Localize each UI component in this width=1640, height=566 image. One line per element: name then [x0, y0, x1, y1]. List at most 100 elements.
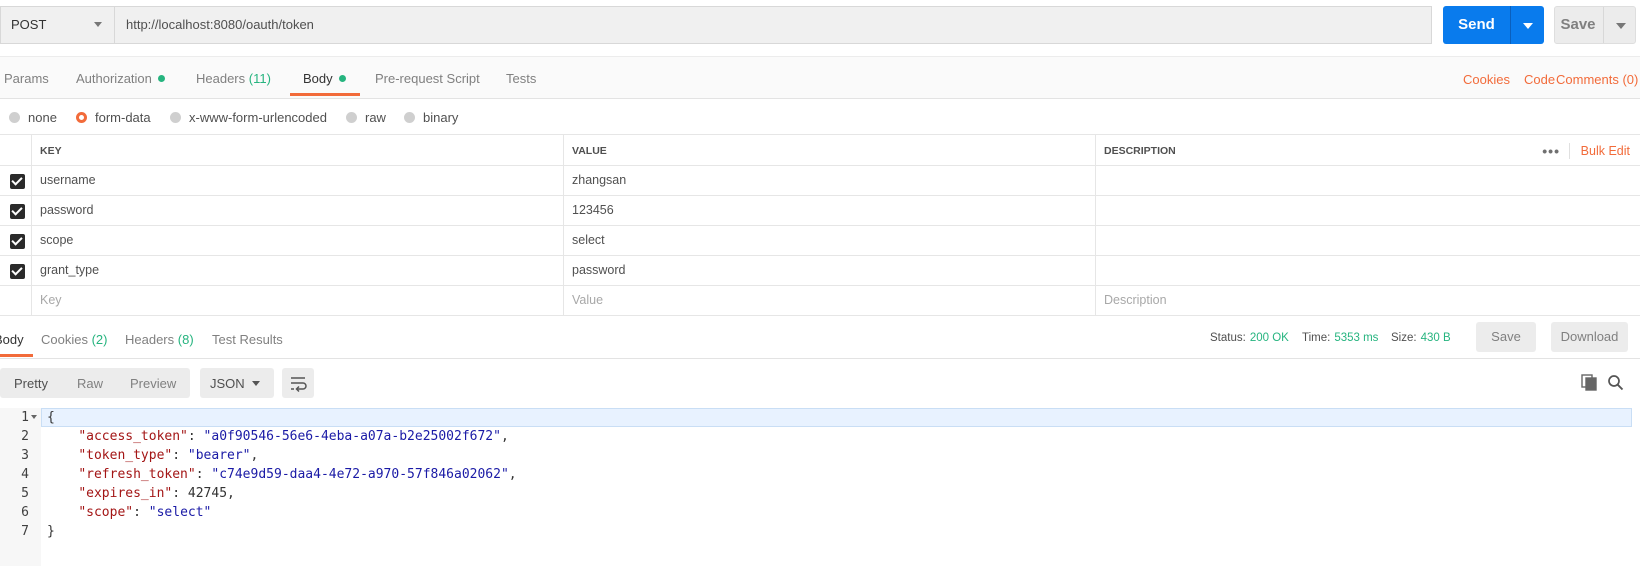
wrap-lines-button[interactable]	[282, 368, 314, 398]
description-input[interactable]	[1095, 256, 1640, 285]
divider	[1569, 143, 1570, 159]
current-line-highlight	[41, 408, 1632, 427]
url-input[interactable]: http://localhost:8080/oauth/token	[126, 6, 314, 44]
radio-circle-icon	[170, 112, 181, 123]
active-response-tab-indicator	[0, 354, 33, 357]
save-divider	[1603, 7, 1604, 43]
radio-circle-icon	[404, 112, 415, 123]
table-row: username zhangsan	[0, 166, 1640, 196]
send-divider	[1510, 6, 1511, 44]
response-body-editor[interactable]: 1 2 3 4 5 6 7 { "access_token": "a0f9054…	[0, 408, 1640, 566]
line-number: 3	[21, 448, 29, 463]
radio-x-www-form-urlencoded[interactable]: x-www-form-urlencoded	[170, 110, 327, 125]
send-button[interactable]: Send	[1443, 6, 1544, 44]
row-checkbox[interactable]	[10, 174, 25, 189]
value-input[interactable]: zhangsan	[563, 166, 1095, 195]
radio-none[interactable]: none	[9, 110, 57, 125]
response-tabs: Body Cookies (2) Headers (8) Test Result…	[0, 318, 1640, 359]
column-description: DESCRIPTION ••• Bulk Edit	[1095, 135, 1640, 165]
search-icon[interactable]	[1607, 374, 1624, 394]
value-input[interactable]: 123456	[563, 196, 1095, 225]
header-checkbox-column	[0, 135, 31, 165]
value-input[interactable]: select	[563, 226, 1095, 255]
code-line: {	[47, 410, 55, 425]
description-input[interactable]	[1095, 166, 1640, 195]
method-select[interactable]: POST	[0, 6, 115, 44]
new-description-input[interactable]: Description	[1095, 286, 1640, 315]
send-options-chevron-icon[interactable]	[1523, 23, 1533, 29]
chevron-down-icon	[94, 22, 102, 27]
status-dot-icon	[157, 75, 165, 82]
key-input[interactable]: username	[31, 166, 563, 195]
code-line: "token_type": "bearer",	[78, 448, 259, 463]
save-options-chevron-icon[interactable]	[1616, 23, 1626, 29]
line-number: 1	[21, 410, 29, 425]
radio-raw[interactable]: raw	[346, 110, 386, 125]
radio-circle-icon	[346, 112, 357, 123]
radio-binary[interactable]: binary	[404, 110, 458, 125]
save-request-button[interactable]: Save	[1554, 6, 1636, 44]
new-key-input[interactable]: Key	[31, 286, 563, 315]
row-checkbox[interactable]	[10, 234, 25, 249]
row-checkbox[interactable]	[10, 204, 25, 219]
time-readout: Time: 5353 ms	[1302, 332, 1379, 344]
tab-params[interactable]: Params	[4, 71, 49, 86]
table-header: KEY VALUE DESCRIPTION ••• Bulk Edit	[0, 134, 1640, 166]
active-tab-indicator	[290, 93, 360, 96]
response-tab-test-results[interactable]: Test Results	[212, 332, 283, 347]
view-pretty[interactable]: Pretty	[14, 376, 48, 391]
line-number: 7	[21, 524, 29, 539]
description-input[interactable]	[1095, 226, 1640, 255]
response-tab-headers[interactable]: Headers (8)	[125, 332, 194, 347]
code-line: }	[47, 524, 55, 539]
description-input[interactable]	[1095, 196, 1640, 225]
tab-body[interactable]: Body	[303, 71, 346, 86]
tab-headers[interactable]: Headers (11)	[196, 71, 271, 86]
send-label: Send	[1458, 16, 1495, 33]
key-input[interactable]: grant_type	[31, 256, 563, 285]
key-input[interactable]: password	[31, 196, 563, 225]
save-response-button[interactable]: Save	[1476, 322, 1536, 352]
column-value: VALUE	[563, 135, 1095, 165]
line-number: 6	[21, 505, 29, 520]
status-readout: Status: 200 OK	[1210, 332, 1289, 344]
bulk-edit-link[interactable]: Bulk Edit	[1581, 135, 1630, 167]
table-row-new: Key Value Description	[0, 286, 1640, 316]
chevron-down-icon	[252, 381, 260, 386]
row-checkbox[interactable]	[10, 264, 25, 279]
wrap-lines-icon	[291, 377, 307, 393]
save-label: Save	[1560, 16, 1596, 33]
response-tab-cookies[interactable]: Cookies (2)	[41, 332, 107, 347]
value-input[interactable]: password	[563, 256, 1095, 285]
response-tab-body[interactable]: Body	[0, 332, 24, 347]
radio-form-data[interactable]: form-data	[76, 110, 151, 125]
more-options-icon[interactable]: •••	[1542, 135, 1560, 167]
view-raw[interactable]: Raw	[77, 376, 103, 391]
comments-link[interactable]: Comments (0)	[1556, 72, 1638, 87]
format-label: JSON	[210, 376, 245, 391]
cookies-link[interactable]: Cookies	[1463, 72, 1510, 87]
request-tabs: Params Authorization Headers (11) Body P…	[0, 56, 1640, 99]
view-preview[interactable]: Preview	[130, 376, 176, 391]
code-link[interactable]: Code	[1524, 72, 1555, 87]
view-mode-segmented: Pretty Raw Preview	[0, 368, 190, 398]
table-row: grant_type password	[0, 256, 1640, 286]
fold-arrow-icon[interactable]	[31, 415, 37, 419]
tab-authorization[interactable]: Authorization	[76, 71, 165, 86]
table-row: password 123456	[0, 196, 1640, 226]
key-input[interactable]: scope	[31, 226, 563, 255]
line-number: 5	[21, 486, 29, 501]
copy-icon[interactable]	[1581, 374, 1597, 394]
tab-pre-request-script[interactable]: Pre-request Script	[375, 71, 480, 86]
code-line: "scope": "select"	[78, 505, 212, 520]
download-button[interactable]: Download	[1551, 322, 1628, 352]
tab-tests[interactable]: Tests	[506, 71, 536, 86]
status-dot-icon	[338, 75, 346, 82]
code-line: "expires_in": 42745,	[78, 486, 235, 501]
new-value-input[interactable]: Value	[563, 286, 1095, 315]
table-row: scope select	[0, 226, 1640, 256]
format-select[interactable]: JSON	[200, 368, 274, 398]
radio-circle-icon	[9, 112, 20, 123]
line-number: 4	[21, 467, 29, 482]
size-readout: Size: 430 B	[1391, 332, 1451, 344]
